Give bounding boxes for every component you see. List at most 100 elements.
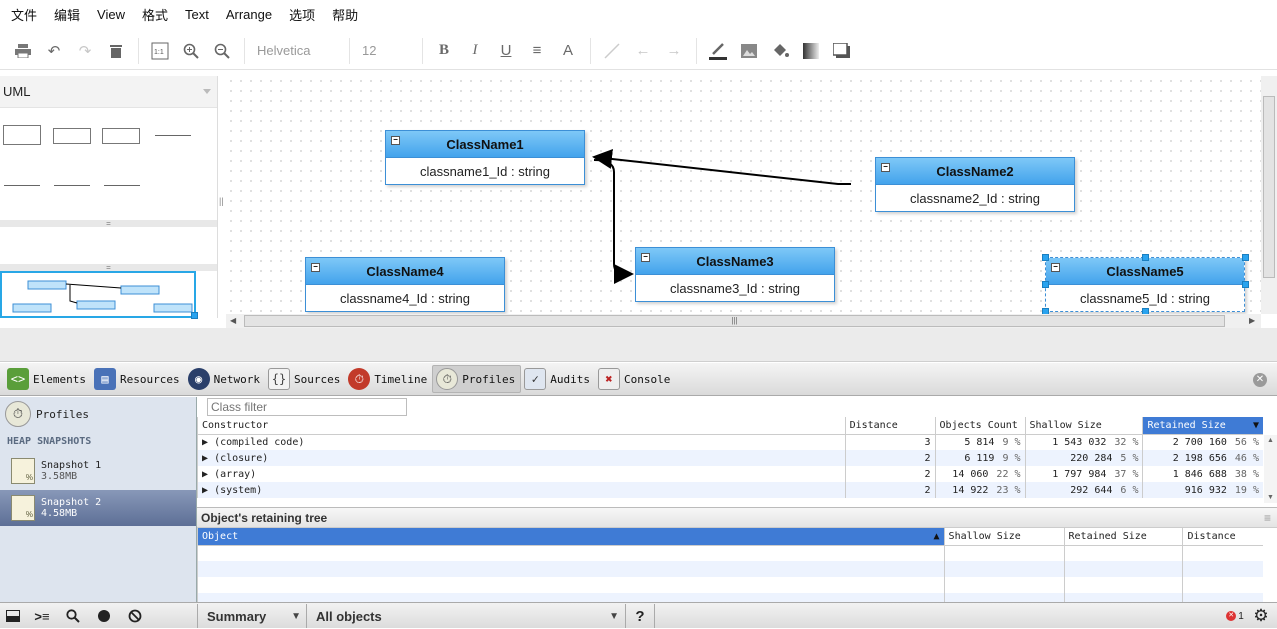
zoom-out-icon[interactable]: [209, 38, 235, 64]
class-attribute[interactable]: classname3_Id : string: [636, 275, 834, 301]
scroll-right-icon[interactable]: ▶: [1249, 316, 1255, 325]
expand-icon[interactable]: ▶: [202, 469, 208, 480]
arrow-left-icon[interactable]: ←: [630, 38, 656, 64]
column-header-shallow-size[interactable]: Shallow Size: [943, 528, 1065, 546]
objects-filter-select[interactable]: All objects ▼: [307, 603, 625, 629]
expand-icon[interactable]: ▶: [202, 453, 208, 464]
clear-icon[interactable]: [124, 603, 146, 629]
diagram-outline[interactable]: [0, 271, 196, 318]
collapse-icon[interactable]: −: [881, 163, 890, 172]
image-icon[interactable]: [736, 38, 762, 64]
association-connector[interactable]: [593, 159, 634, 284]
menu-help[interactable]: 帮助: [325, 5, 365, 24]
table-scrollbar[interactable]: ▲ ▼: [1264, 435, 1277, 503]
vertical-scroll-thumb[interactable]: [1263, 96, 1275, 278]
profiles-header[interactable]: ⏱ Profiles: [5, 401, 89, 427]
column-header-object[interactable]: Object ▲: [197, 528, 945, 546]
line-color-icon[interactable]: [705, 38, 731, 64]
uml-association-shape[interactable]: [155, 135, 191, 136]
uml-class-classname4[interactable]: − ClassName4 classname4_Id : string: [305, 257, 505, 312]
undo-icon[interactable]: ↶: [41, 38, 67, 64]
class-attribute[interactable]: classname1_Id : string: [386, 158, 584, 184]
print-icon[interactable]: [10, 38, 36, 64]
collapse-icon[interactable]: −: [311, 263, 320, 272]
expand-icon[interactable]: ▶: [202, 437, 208, 448]
panel-resize-handle[interactable]: =: [0, 264, 217, 272]
scroll-left-icon[interactable]: ◀: [230, 316, 236, 325]
column-header-objects-count[interactable]: Objects Count: [934, 417, 1026, 435]
error-counter[interactable]: ✕ 1: [1222, 603, 1248, 629]
collapse-icon[interactable]: −: [391, 136, 400, 145]
font-color-icon[interactable]: A: [555, 38, 581, 64]
uml-class-shape[interactable]: [53, 128, 91, 144]
column-header-retained-size[interactable]: Retained Size ▼: [1142, 417, 1263, 435]
italic-icon[interactable]: I: [462, 38, 488, 64]
class-filter-input[interactable]: [207, 398, 407, 416]
menu-options[interactable]: 选项: [282, 5, 322, 24]
close-devtools-icon[interactable]: ✕: [1253, 373, 1267, 387]
dock-icon[interactable]: [2, 603, 24, 629]
bold-icon[interactable]: B: [431, 38, 457, 64]
resize-handle[interactable]: [1242, 281, 1249, 288]
arrow-right-icon[interactable]: →: [661, 38, 687, 64]
actual-size-icon[interactable]: 1:1: [147, 38, 173, 64]
tab-sources[interactable]: {} Sources: [265, 365, 345, 393]
collapse-icon[interactable]: −: [641, 253, 650, 262]
table-row[interactable]: ▶ (closure) 2 6 119 9 % 220 284 5 % 2 198 …: [197, 450, 1263, 466]
column-header-shallow-size[interactable]: Shallow Size: [1024, 417, 1143, 435]
outline-resize-handle[interactable]: [191, 312, 198, 319]
horizontal-scroll-thumb[interactable]: |||: [244, 315, 1225, 327]
panel-splitter-handle[interactable]: ||: [219, 196, 225, 210]
snapshot-item[interactable]: % Snapshot 1 3.58MB: [0, 452, 196, 489]
font-family-select[interactable]: Helvetica: [253, 43, 345, 58]
column-header-distance[interactable]: Distance: [1182, 528, 1263, 546]
table-row[interactable]: ▶ (compiled code) 3 5 814 9 % 1 543 032 32…: [197, 434, 1263, 450]
tab-audits[interactable]: ✓ Audits: [521, 365, 595, 393]
class-attribute[interactable]: classname2_Id : string: [876, 185, 1074, 211]
tab-profiles[interactable]: ⏱ Profiles: [432, 365, 522, 393]
menu-arrange[interactable]: Arrange: [219, 7, 279, 22]
uml-class-classname2[interactable]: − ClassName2 classname2_Id : string: [875, 157, 1075, 212]
resize-handle[interactable]: [1142, 254, 1149, 261]
association-connector[interactable]: [592, 149, 851, 185]
uml-class-classname3[interactable]: − ClassName3 classname3_Id : string: [635, 247, 835, 302]
tab-elements[interactable]: <> Elements: [4, 365, 91, 393]
search-icon[interactable]: [62, 603, 84, 629]
tab-network[interactable]: ◉ Network: [185, 365, 265, 393]
panel-resize-handle[interactable]: =: [0, 220, 217, 228]
help-button[interactable]: ?: [626, 603, 654, 629]
gradient-icon[interactable]: [798, 38, 824, 64]
resize-handle[interactable]: [1042, 254, 1049, 261]
settings-gear-icon[interactable]: ⚙: [1250, 603, 1272, 629]
uml-class-classname5[interactable]: − ClassName5 classname5_Id : string: [1045, 257, 1245, 312]
shadow-icon[interactable]: [829, 38, 855, 64]
redo-icon[interactable]: ↷: [72, 38, 98, 64]
column-header-retained-size[interactable]: Retained Size: [1063, 528, 1183, 546]
expand-icon[interactable]: ▶: [202, 485, 208, 496]
align-icon[interactable]: ≡: [524, 38, 550, 64]
uml-class-classname1[interactable]: − ClassName1 classname1_Id : string: [385, 130, 585, 185]
uml-dependency-shape[interactable]: [4, 185, 40, 186]
record-icon[interactable]: [93, 603, 115, 629]
tab-console[interactable]: ✖ Console: [595, 365, 675, 393]
menu-text[interactable]: Text: [178, 7, 216, 22]
column-header-constructor[interactable]: Constructor: [197, 417, 846, 435]
delete-icon[interactable]: [103, 38, 129, 64]
collapse-icon[interactable]: −: [1051, 263, 1060, 272]
uml-generalization-shape[interactable]: [104, 185, 140, 186]
menu-edit[interactable]: 编辑: [47, 5, 87, 24]
splitter-grip-icon[interactable]: ≡: [1264, 508, 1271, 528]
underline-icon[interactable]: U: [493, 38, 519, 64]
zoom-in-icon[interactable]: [178, 38, 204, 64]
console-drawer-icon[interactable]: >≡: [31, 603, 53, 629]
column-header-distance[interactable]: Distance: [844, 417, 936, 435]
view-select[interactable]: Summary ▼: [198, 603, 306, 629]
menu-format[interactable]: 格式: [135, 5, 175, 24]
uml-palette-header[interactable]: UML: [0, 76, 217, 108]
snapshot-item-selected[interactable]: % Snapshot 2 4.58MB: [0, 490, 196, 526]
resize-handle[interactable]: [1242, 254, 1249, 261]
uml-aggregation-shape[interactable]: [54, 185, 90, 186]
uml-class-shape[interactable]: [102, 128, 140, 144]
menu-view[interactable]: View: [90, 7, 132, 22]
class-attribute[interactable]: classname4_Id : string: [306, 285, 504, 311]
